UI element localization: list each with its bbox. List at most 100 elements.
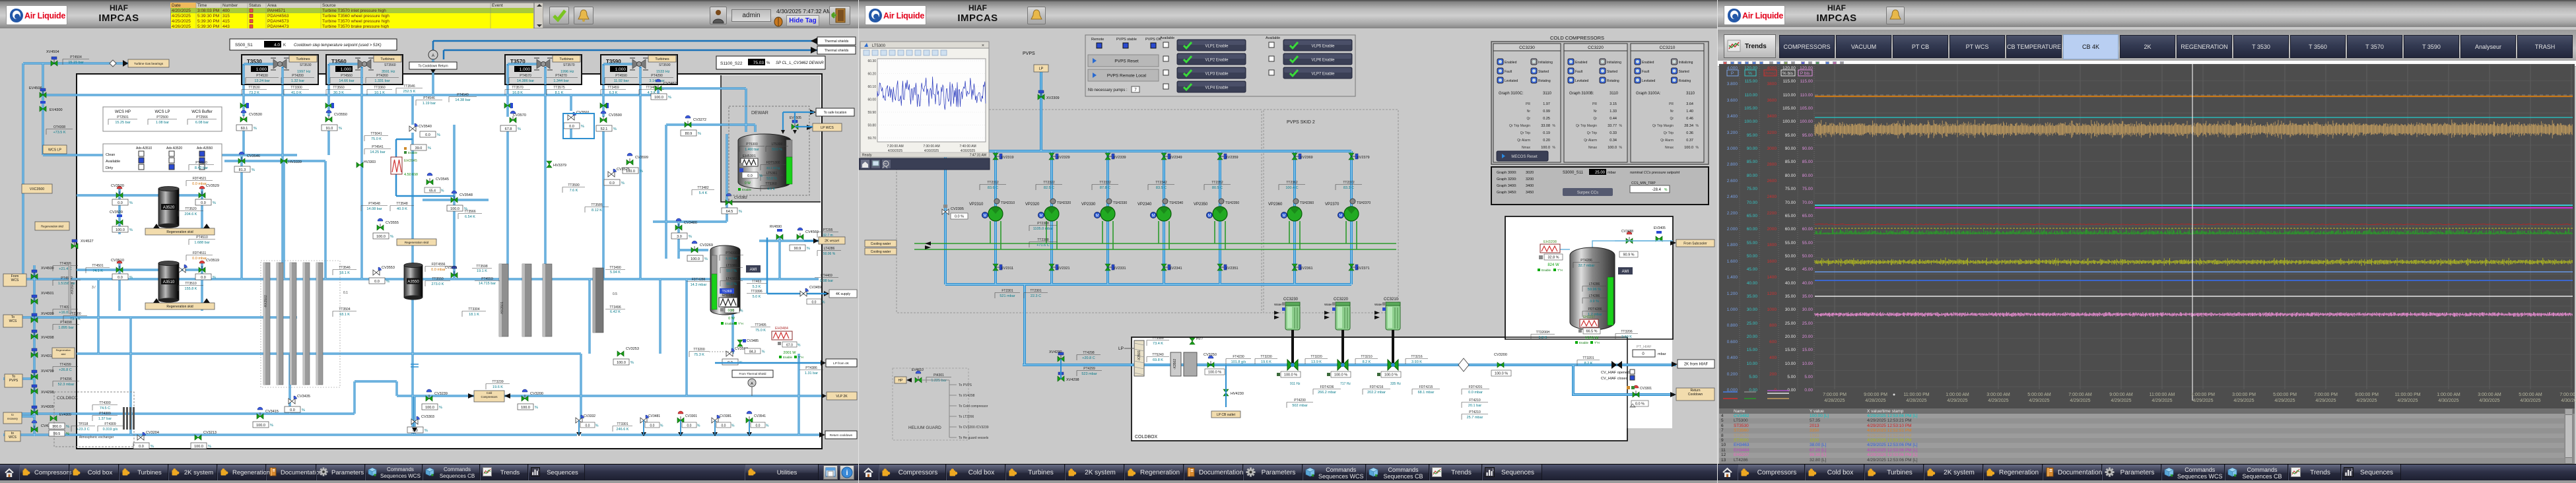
svg-text:CCS_MIN_TRIP: CCS_MIN_TRIP xyxy=(1631,181,1656,185)
svg-text:2001 W: 2001 W xyxy=(784,351,797,355)
svg-text:P bis: P bis xyxy=(1800,71,1810,76)
svg-text:A3550: A3550 xyxy=(407,280,419,284)
svg-text:CV3253: CV3253 xyxy=(626,347,639,351)
svg-text:%: % xyxy=(740,309,743,313)
svg-text:WCS LP: WCS LP xyxy=(48,148,61,152)
svg-text:0.0: 0.0 xyxy=(756,424,761,428)
svg-text:200: 200 xyxy=(1769,372,1777,377)
svg-text:TSH2370: TSH2370 xyxy=(1357,201,1371,205)
svg-text:40.00: 40.00 xyxy=(1785,281,1796,286)
svg-text:4/26/2025: 4/26/2025 xyxy=(172,24,191,28)
svg-text:PT4510: PT4510 xyxy=(196,236,208,240)
svg-text:CV3520: CV3520 xyxy=(111,184,124,188)
svg-text:11:00:00 AM: 11:00:00 AM xyxy=(2150,393,2175,397)
svg-text:3110: 3110 xyxy=(1610,92,1619,96)
svg-text:14.66 bar: 14.66 bar xyxy=(339,79,354,83)
svg-text:0.5: 0.5 xyxy=(613,292,617,296)
svg-text:4K supply: 4K supply xyxy=(836,292,850,296)
svg-text:2.000: 2.000 xyxy=(1727,227,1738,232)
svg-text:PVPS Remote Local: PVPS Remote Local xyxy=(1107,74,1147,79)
svg-text:2600: 2600 xyxy=(1767,179,1777,183)
svg-text:PT4559: PT4559 xyxy=(481,277,493,281)
svg-text:35.00: 35.00 xyxy=(1785,294,1796,299)
svg-text:Graph 3000:: Graph 3000: xyxy=(1497,171,1517,175)
svg-text:%: % xyxy=(762,350,765,354)
svg-text:%: % xyxy=(1619,146,1623,150)
svg-text:3.400: 3.400 xyxy=(1727,114,1738,119)
svg-text:CC3220: CC3220 xyxy=(1334,298,1349,302)
svg-text:3110: 3110 xyxy=(1543,92,1552,96)
svg-text:67.8: 67.8 xyxy=(505,127,512,131)
svg-text:2400: 2400 xyxy=(1767,195,1777,199)
svg-text:1.97: 1.97 xyxy=(1543,102,1550,106)
svg-text:5.94 K: 5.94 K xyxy=(610,271,621,274)
svg-text:502 mbar: 502 mbar xyxy=(1292,404,1307,408)
svg-text:65.4: 65.4 xyxy=(429,189,436,193)
svg-text:EV3405: EV3405 xyxy=(1654,226,1666,230)
svg-text:105.00: 105.00 xyxy=(1782,106,1796,111)
svg-text:CV3510: CV3510 xyxy=(111,259,124,263)
svg-text:CV3213: CV3213 xyxy=(203,431,217,435)
svg-text:4/30/2025: 4/30/2025 xyxy=(2561,399,2576,403)
svg-text:11:00:00 PM: 11:00:00 PM xyxy=(1903,393,1929,397)
svg-text:20.00: 20.00 xyxy=(1802,335,1813,339)
svg-text:59.7 %: 59.7 % xyxy=(726,269,737,273)
svg-text:WCS: WCS xyxy=(9,319,17,323)
svg-text:+73.5 K: +73.5 K xyxy=(53,131,65,135)
svg-text:TT3520: TT3520 xyxy=(185,207,196,211)
svg-text:8.42 bar: 8.42 bar xyxy=(195,166,208,170)
svg-text:50.00: 50.00 xyxy=(1785,254,1796,259)
svg-text:252.5 K: 252.5 K xyxy=(403,90,416,94)
svg-text:2200: 2200 xyxy=(1767,211,1777,216)
svg-text:HP: HP xyxy=(898,379,904,383)
svg-text:CV3303: CV3303 xyxy=(421,415,434,419)
svg-text:Started: Started xyxy=(1607,70,1617,74)
svg-text:PT4210: PT4210 xyxy=(1469,410,1481,414)
svg-text:Dirty: Dirty xyxy=(106,166,114,170)
svg-text:110.00: 110.00 xyxy=(1783,93,1796,98)
svg-text:100.0: 100.0 xyxy=(194,445,203,449)
svg-text:XV2319: XV2319 xyxy=(1001,156,1014,160)
svg-text:PT4469: PT4469 xyxy=(821,274,832,278)
svg-text:40.0 K: 40.0 K xyxy=(397,207,407,211)
svg-text:45.00: 45.00 xyxy=(1802,267,1813,272)
svg-text:3.9 %: 3.9 % xyxy=(1590,300,1599,304)
svg-text:Qr Trip: Qr Trip xyxy=(1520,131,1530,135)
svg-text:PT4570: PT4570 xyxy=(520,74,531,78)
svg-text:5.8 K: 5.8 K xyxy=(1539,336,1547,340)
svg-text:LP CB outlet: LP CB outlet xyxy=(1217,413,1236,417)
svg-text:To LT3266: To LT3266 xyxy=(959,415,974,419)
svg-text:WCS: WCS xyxy=(11,278,19,282)
svg-text:4/28/2025: 4/28/2025 xyxy=(1824,399,1845,403)
svg-text:6.3 K: 6.3 K xyxy=(609,91,618,95)
svg-text:521 mbar: 521 mbar xyxy=(1000,294,1015,298)
svg-text:PT2501: PT2501 xyxy=(117,115,129,119)
svg-text:5.0 K: 5.0 K xyxy=(753,295,761,299)
svg-text:TSH2350: TSH2350 xyxy=(1225,201,1239,205)
svg-text:PT4560: PT4560 xyxy=(341,74,353,78)
svg-text:3.800: 3.800 xyxy=(1727,82,1738,86)
svg-text:Turbine T3570 inlet pressure h: Turbine T3570 inlet pressure high xyxy=(322,9,386,13)
svg-text:Qr Trip: Qr Trip xyxy=(1587,131,1597,135)
svg-text:-HX3502: -HX3502 xyxy=(264,295,268,308)
svg-text:Qr Trip Margin: Qr Trip Margin xyxy=(1652,124,1674,128)
svg-text:Graph 3100B:: Graph 3100B: xyxy=(1569,92,1594,96)
svg-text:A3520: A3520 xyxy=(163,206,175,210)
svg-text:LT4286: LT4286 xyxy=(1589,294,1600,298)
svg-text:35.00: 35.00 xyxy=(1802,294,1813,299)
svg-text:Return cooldown: Return cooldown xyxy=(830,434,853,437)
svg-text:74.5 C: 74.5 C xyxy=(100,406,110,410)
svg-text:%: % xyxy=(1748,71,1752,76)
svg-text:CV_HIAF closed: CV_HIAF closed xyxy=(1601,377,1628,381)
svg-text:PVPS: PVPS xyxy=(1023,51,1035,56)
svg-text:1800: 1800 xyxy=(1767,243,1777,247)
svg-text:0.200: 0.200 xyxy=(1727,372,1738,377)
svg-text:75.00: 75.00 xyxy=(1785,187,1796,191)
svg-text:EV4309: EV4309 xyxy=(59,413,71,417)
svg-text:45.00: 45.00 xyxy=(1785,267,1796,272)
svg-text:CV3548: CV3548 xyxy=(459,193,473,197)
svg-text:4/29/2025: 4/29/2025 xyxy=(2397,399,2418,403)
svg-text:40.00: 40.00 xyxy=(1802,281,1813,286)
svg-text:Ads A3550: Ads A3550 xyxy=(197,146,213,150)
svg-text:55.00: 55.00 xyxy=(1747,241,1758,245)
